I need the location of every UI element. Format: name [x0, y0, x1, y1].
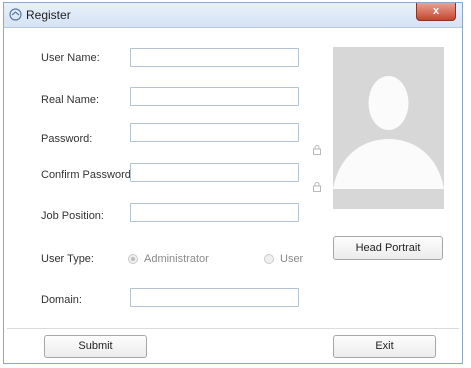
- password-input[interactable]: [130, 123, 299, 142]
- domain-label: Domain:: [41, 294, 82, 306]
- real-name-label: Real Name:: [41, 94, 100, 106]
- window-title: Register: [26, 8, 71, 22]
- footer-divider: [7, 328, 459, 329]
- close-button[interactable]: x: [416, 3, 456, 21]
- real-name-input[interactable]: [130, 87, 299, 106]
- title-bar: Register x: [4, 3, 462, 28]
- job-position-label: Job Position:: [41, 210, 104, 222]
- job-position-input[interactable]: [130, 203, 299, 222]
- exit-button-label: Exit: [375, 340, 394, 352]
- submit-button[interactable]: Submit: [44, 335, 147, 358]
- head-portrait-image: [333, 47, 444, 209]
- submit-button-label: Submit: [78, 340, 113, 352]
- administrator-radio[interactable]: [128, 254, 138, 264]
- person-silhouette-icon: [333, 76, 444, 189]
- user-radio[interactable]: [264, 254, 274, 264]
- lock-icon: [313, 145, 321, 155]
- exit-button[interactable]: Exit: [333, 335, 436, 358]
- lock-icon: [313, 182, 321, 192]
- user-name-input[interactable]: [130, 48, 299, 67]
- register-window: Register x User Name: Real Name: Passwor…: [3, 2, 463, 364]
- user-name-label: User Name:: [41, 52, 100, 64]
- password-label: Password:: [41, 133, 93, 145]
- confirm-password-input[interactable]: [130, 163, 299, 182]
- head-portrait-button[interactable]: Head Portrait: [333, 236, 443, 260]
- head-portrait-button-label: Head Portrait: [355, 242, 421, 254]
- user-radio-label[interactable]: User: [280, 253, 303, 265]
- confirm-password-label: Confirm Password:: [41, 169, 134, 181]
- domain-input[interactable]: [130, 288, 299, 307]
- register-icon: [9, 8, 22, 21]
- administrator-radio-label[interactable]: Administrator: [144, 253, 209, 265]
- close-icon: x: [432, 5, 440, 17]
- user-type-label: User Type:: [41, 253, 94, 265]
